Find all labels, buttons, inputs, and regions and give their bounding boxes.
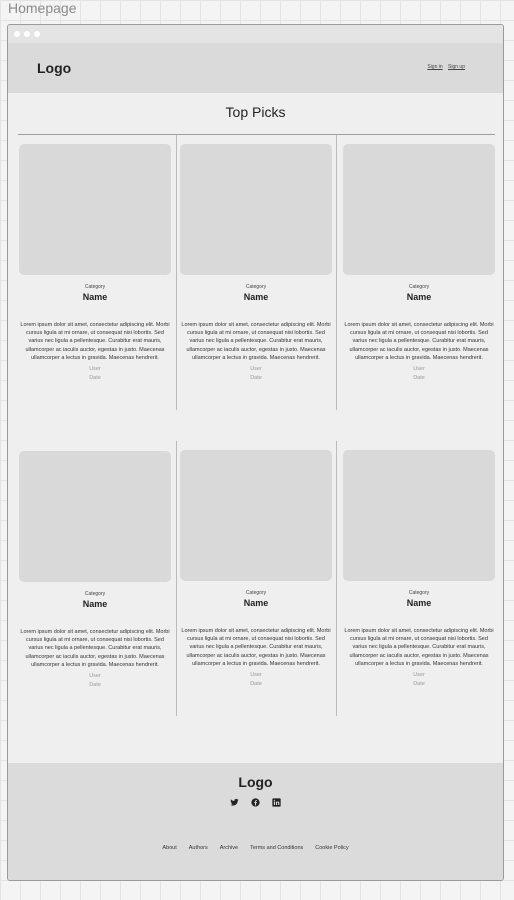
sign-in-link[interactable]: Sign in	[427, 64, 442, 70]
card-user: User	[89, 366, 101, 373]
column-divider	[176, 441, 177, 716]
card-image-placeholder	[180, 450, 332, 581]
card-name[interactable]: Name	[18, 292, 172, 302]
facebook-icon[interactable]	[251, 798, 260, 807]
footer-link-archive[interactable]: Archive	[220, 845, 238, 851]
card-image-placeholder	[343, 144, 495, 275]
article-card[interactable]: Category Name Lorem ipsum dolor sit amet…	[179, 450, 333, 689]
card-category: Category	[84, 591, 106, 597]
card-description: Lorem ipsum dolor sit amet, consectetur …	[20, 629, 170, 668]
card-description: Lorem ipsum dolor sit amet, consectetur …	[344, 322, 494, 361]
card-user: User	[250, 366, 262, 373]
card-description: Lorem ipsum dolor sit amet, consectetur …	[181, 628, 331, 667]
article-card[interactable]: Category Name Lorem ipsum dolor sit amet…	[342, 450, 496, 689]
column-divider	[176, 135, 177, 410]
card-name[interactable]: Name	[18, 599, 172, 609]
card-date: Date	[89, 682, 101, 689]
card-category: Category	[408, 284, 430, 290]
card-user: User	[250, 672, 262, 679]
sign-up-link[interactable]: Sign up	[448, 64, 465, 70]
twitter-icon[interactable]	[230, 798, 239, 807]
card-image-placeholder	[343, 450, 495, 581]
social-links	[8, 798, 503, 807]
card-name[interactable]: Name	[342, 292, 496, 302]
auth-links: Sign in Sign up	[423, 64, 465, 70]
card-image-placeholder	[19, 144, 171, 275]
card-name[interactable]: Name	[179, 292, 333, 302]
card-description: Lorem ipsum dolor sit amet, consectetur …	[344, 628, 494, 667]
card-description: Lorem ipsum dolor sit amet, consectetur …	[20, 322, 170, 361]
article-card[interactable]: Category Name Lorem ipsum dolor sit amet…	[18, 451, 172, 690]
section-divider	[18, 134, 495, 135]
header-logo[interactable]: Logo	[37, 60, 71, 76]
card-date: Date	[413, 375, 425, 382]
card-date: Date	[250, 681, 262, 688]
footer-link-authors[interactable]: Authors	[189, 845, 208, 851]
window-titlebar	[8, 25, 503, 43]
card-date: Date	[413, 681, 425, 688]
card-category: Category	[408, 590, 430, 596]
card-category: Category	[84, 284, 106, 290]
article-card[interactable]: Category Name Lorem ipsum dolor sit amet…	[342, 144, 496, 383]
window-control-dot	[34, 31, 40, 37]
card-name[interactable]: Name	[179, 598, 333, 608]
card-category: Category	[245, 284, 267, 290]
footer-nav: About Authors Archive Terms and Conditio…	[8, 845, 503, 851]
window-control-dot	[14, 31, 20, 37]
card-user: User	[413, 366, 425, 373]
card-user: User	[89, 673, 101, 680]
column-divider	[336, 441, 337, 716]
linkedin-icon[interactable]	[272, 798, 281, 807]
card-description: Lorem ipsum dolor sit amet, consectetur …	[181, 322, 331, 361]
window-control-dot	[24, 31, 30, 37]
site-footer: Logo About Authors Archive Terms and Con…	[8, 763, 503, 880]
article-card[interactable]: Category Name Lorem ipsum dolor sit amet…	[18, 144, 172, 383]
card-category: Category	[245, 590, 267, 596]
column-divider	[336, 135, 337, 410]
browser-frame: Logo Sign in Sign up Top Picks Category …	[7, 24, 504, 881]
footer-link-terms[interactable]: Terms and Conditions	[250, 845, 303, 851]
card-date: Date	[250, 375, 262, 382]
footer-logo[interactable]: Logo	[8, 774, 503, 790]
card-image-placeholder	[19, 451, 171, 582]
frame-title: Homepage	[8, 0, 77, 16]
card-date: Date	[89, 375, 101, 382]
card-name[interactable]: Name	[342, 598, 496, 608]
card-image-placeholder	[180, 144, 332, 275]
card-user: User	[413, 672, 425, 679]
footer-link-about[interactable]: About	[162, 845, 176, 851]
site-header: Logo Sign in Sign up	[8, 43, 503, 93]
section-title: Top Picks	[225, 104, 286, 120]
article-card[interactable]: Category Name Lorem ipsum dolor sit amet…	[179, 144, 333, 383]
footer-link-cookie-policy[interactable]: Cookie Policy	[315, 845, 348, 851]
